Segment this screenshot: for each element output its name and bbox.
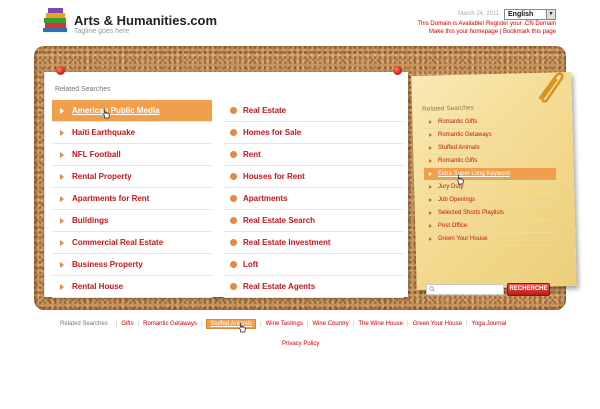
keyword-link[interactable]: Romantic Gifts bbox=[424, 155, 556, 168]
circle-bullet-icon bbox=[230, 151, 237, 158]
keyword-link[interactable]: NFL Football bbox=[52, 144, 212, 166]
homepage-bookmark-links[interactable]: Make this your homepage | Bookmark this … bbox=[429, 29, 556, 35]
keyword-link[interactable]: Apartments bbox=[224, 188, 404, 210]
circle-bullet-icon bbox=[230, 261, 237, 268]
keyword-link[interactable]: Job Openings bbox=[424, 194, 556, 207]
arrow-bullet-icon bbox=[429, 120, 432, 124]
separator: | bbox=[306, 320, 309, 327]
arrow-bullet-icon bbox=[60, 107, 64, 114]
bottom-link[interactable]: Wine Tastings bbox=[266, 321, 303, 327]
search-input[interactable] bbox=[426, 284, 504, 295]
language-select[interactable]: English ▼ bbox=[504, 9, 556, 20]
keyword-link[interactable]: Stuffed Animals bbox=[424, 142, 556, 155]
arrow-bullet-icon bbox=[429, 237, 432, 241]
keyword-link[interactable]: Homes for Sale bbox=[224, 122, 404, 144]
bottom-link[interactable]: Wine Country bbox=[312, 321, 348, 327]
circle-bullet-icon bbox=[230, 107, 237, 114]
separator: | bbox=[200, 320, 203, 327]
arrow-bullet-icon bbox=[429, 185, 432, 189]
site-title[interactable]: Arts & Humanities.com bbox=[74, 13, 217, 28]
keyword-link[interactable]: Buildings bbox=[52, 210, 212, 232]
keyword-link[interactable]: American Public Media bbox=[52, 100, 212, 122]
register-domain-link[interactable]: This Domain is Available! Register your … bbox=[417, 21, 556, 27]
separator: | bbox=[137, 320, 140, 327]
keyword-link[interactable]: Real Estate Investment bbox=[224, 232, 404, 254]
pushpin-icon bbox=[393, 66, 402, 75]
bottom-link[interactable]: Romantic Getaways bbox=[143, 321, 197, 327]
bottom-related-label: Related Searches bbox=[60, 320, 108, 327]
language-value: English bbox=[508, 11, 534, 18]
hand-cursor-icon bbox=[238, 322, 246, 333]
arrow-bullet-icon bbox=[429, 133, 432, 137]
keyword-link[interactable]: Real Estate Search bbox=[224, 210, 404, 232]
keyword-link[interactable]: Commercial Real Estate bbox=[52, 232, 212, 254]
separator: | bbox=[352, 320, 355, 327]
circle-bullet-icon bbox=[230, 173, 237, 180]
chevron-down-icon: ▼ bbox=[546, 10, 555, 19]
keyword-link[interactable]: Apartments for Rent bbox=[52, 188, 212, 210]
hand-cursor-icon bbox=[102, 108, 110, 119]
bottom-link[interactable]: The Wine House bbox=[358, 321, 403, 327]
keyword-column-2: Real Estate Homes for Sale Rent Houses f… bbox=[224, 100, 404, 298]
keyword-link[interactable]: Post Office bbox=[424, 220, 556, 233]
keyword-link[interactable]: Rental House bbox=[52, 276, 212, 298]
keyword-link[interactable]: Real Estate Agents bbox=[224, 276, 404, 298]
separator: | bbox=[407, 320, 409, 327]
separator: | bbox=[465, 320, 468, 327]
bottom-link[interactable]: Yoga Journal bbox=[472, 321, 507, 327]
arrow-bullet-icon bbox=[60, 261, 64, 268]
related-searches-label: Related Searches bbox=[422, 104, 474, 113]
keyword-link[interactable]: Romantic Getaways bbox=[424, 129, 556, 142]
arrow-bullet-icon bbox=[429, 172, 432, 176]
keyword-link[interactable]: Rental Property bbox=[52, 166, 212, 188]
arrow-bullet-icon bbox=[60, 129, 64, 136]
arrow-bullet-icon bbox=[429, 159, 432, 163]
keyword-column-1: American Public Media Haiti Earthquake N… bbox=[52, 100, 212, 298]
keyword-link[interactable]: Loft bbox=[224, 254, 404, 276]
bottom-related-searches: Related Searches | Gifts | Romantic Geta… bbox=[60, 318, 506, 329]
privacy-policy-link[interactable]: Privacy Policy bbox=[282, 341, 319, 347]
keyword-link[interactable]: Selected Shorts Playlists bbox=[424, 207, 556, 220]
date-label: March 24, 2011 bbox=[458, 11, 500, 17]
page: Arts & Humanities.com Tagline goes here … bbox=[0, 0, 600, 409]
arrow-bullet-icon bbox=[429, 146, 432, 150]
keyword-link[interactable]: Business Property bbox=[52, 254, 212, 276]
circle-bullet-icon bbox=[230, 195, 237, 202]
circle-bullet-icon bbox=[230, 283, 237, 290]
keyword-link[interactable]: Houses for Rent bbox=[224, 166, 404, 188]
bottom-link[interactable]: Stuffed Animals bbox=[206, 318, 257, 329]
keyword-link[interactable]: Haiti Earthquake bbox=[52, 122, 212, 144]
pushpin-icon bbox=[56, 66, 65, 75]
related-searches-label: Related Searches bbox=[55, 86, 111, 93]
arrow-bullet-icon bbox=[60, 195, 64, 202]
arrow-bullet-icon bbox=[60, 217, 64, 224]
circle-bullet-icon bbox=[230, 239, 237, 246]
circle-bullet-icon bbox=[230, 129, 237, 136]
arrow-bullet-icon bbox=[60, 151, 64, 158]
paperclip-icon bbox=[538, 72, 564, 103]
arrow-bullet-icon bbox=[60, 283, 64, 290]
search-icon bbox=[429, 286, 435, 292]
separator: | bbox=[115, 320, 118, 327]
bottom-link[interactable]: Gifts bbox=[121, 321, 133, 327]
arrow-bullet-icon bbox=[429, 211, 432, 215]
keyword-link[interactable]: Rent bbox=[224, 144, 404, 166]
arrow-bullet-icon bbox=[429, 198, 432, 202]
arrow-bullet-icon bbox=[60, 239, 64, 246]
bottom-link[interactable]: Green Your House bbox=[413, 321, 462, 327]
hand-cursor-icon bbox=[456, 174, 464, 185]
search-button[interactable]: RECHERCHE bbox=[507, 283, 550, 296]
keyword-link[interactable]: Real Estate bbox=[224, 100, 404, 122]
books-logo-icon bbox=[43, 8, 67, 34]
right-keyword-list: Romantic Gifts Romantic Getaways Stuffed… bbox=[424, 116, 556, 246]
arrow-bullet-icon bbox=[429, 224, 432, 228]
circle-bullet-icon bbox=[230, 217, 237, 224]
keyword-link[interactable]: Jury Duty bbox=[424, 181, 556, 194]
tagline: Tagline goes here bbox=[74, 28, 130, 35]
separator: | bbox=[260, 320, 262, 327]
arrow-bullet-icon bbox=[60, 173, 64, 180]
keyword-link[interactable]: Green Your House bbox=[424, 233, 556, 246]
keyword-link[interactable]: Romantic Gifts bbox=[424, 116, 556, 129]
keyword-link[interactable]: Extra Super Long Keyword bbox=[424, 168, 556, 181]
